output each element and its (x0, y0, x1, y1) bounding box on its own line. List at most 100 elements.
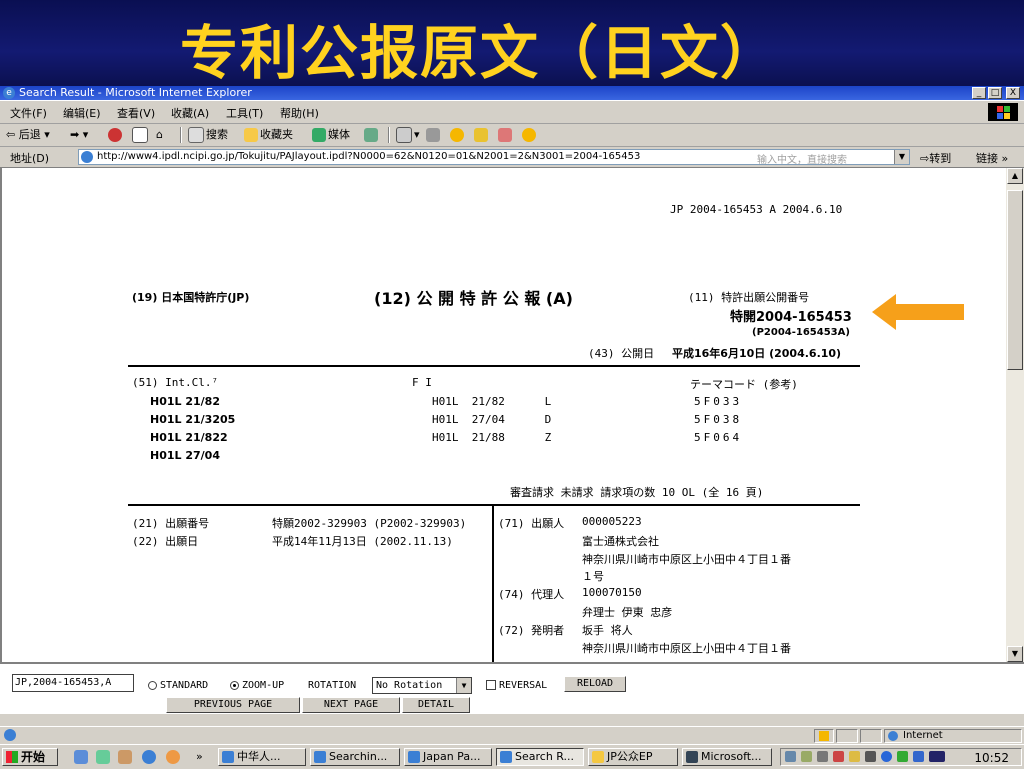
quicklaunch-icon[interactable] (166, 750, 180, 764)
document-viewport[interactable]: JP 2004-165453 A 2004.6.10 (19) 日本国特許庁(J… (0, 168, 1006, 662)
tray-icon[interactable] (913, 751, 924, 762)
applicant-address: 神奈川県川崎市中原区上小田中４丁目１番 (582, 553, 791, 566)
taskbar-item-active[interactable]: Search R... (496, 748, 584, 766)
reversal-checkbox[interactable]: REVERSAL (486, 680, 547, 691)
tray-icon[interactable] (881, 751, 892, 762)
history-icon[interactable] (364, 127, 380, 143)
tray-icon[interactable] (833, 751, 844, 762)
agent-label: (74) 代理人 (498, 588, 565, 601)
maximize-button[interactable]: □ (988, 87, 1002, 99)
windows-logo-icon (988, 103, 1018, 121)
refresh-icon[interactable] (132, 127, 150, 143)
taskbar: 开始 » 中华人... Searchin... Japan Pa... Sear… (0, 744, 1024, 769)
media-icon (312, 128, 326, 142)
tray-icon[interactable] (849, 751, 860, 762)
system-tray: 10:52 (780, 748, 1022, 766)
close-button[interactable]: X (1006, 87, 1020, 99)
taskbar-item-label: Japan Pa... (423, 750, 481, 763)
stop-icon[interactable] (108, 127, 124, 143)
taskbar-item[interactable]: JP公众EP (588, 748, 678, 766)
tray-icon[interactable] (865, 751, 876, 762)
intcl-entry: H01L 21/3205 (150, 413, 236, 426)
minimize-button[interactable]: _ (972, 87, 986, 99)
menu-edit[interactable]: 编辑(E) (63, 105, 101, 121)
start-label: 开始 (21, 750, 46, 764)
forward-button[interactable]: ➡ ▾ (70, 127, 88, 143)
tray-icon[interactable] (897, 751, 908, 762)
document-number-input[interactable]: JP,2004-165453,A (12, 674, 134, 692)
slide-banner: 专利公报原文（日文） (0, 0, 1024, 87)
pub-date-label: (43) 公開日 (588, 347, 655, 360)
taskbar-item[interactable]: Microsoft... (682, 748, 772, 766)
zoom-up-radio[interactable]: ZOOM-UP (230, 680, 284, 691)
messenger-icon[interactable] (450, 127, 466, 143)
vertical-scrollbar[interactable]: ▲ ▼ (1006, 168, 1024, 662)
favorites-icon (244, 128, 258, 142)
quicklaunch-more[interactable]: » (196, 749, 203, 765)
taskbar-item[interactable]: Searchin... (310, 748, 400, 766)
standard-radio-dot (148, 680, 157, 690)
go-button[interactable]: ⇨转到 (920, 150, 951, 166)
scroll-thumb[interactable] (1007, 190, 1023, 370)
menu-bar: 文件(F) 编辑(E) 查看(V) 收藏(A) 工具(T) 帮助(H) (0, 101, 1024, 124)
smiley-icon[interactable] (522, 127, 538, 143)
page-status-icon (4, 729, 16, 741)
previous-page-button[interactable]: PREVIOUS PAGE (166, 697, 300, 713)
research-icon[interactable] (498, 127, 514, 143)
reload-button[interactable]: RELOAD (564, 676, 626, 692)
scroll-up-arrow[interactable]: ▲ (1007, 168, 1023, 184)
search-label: 搜索 (206, 128, 228, 141)
menu-help[interactable]: 帮助(H) (280, 105, 319, 121)
theme-entry: 5F038 (694, 413, 743, 426)
taskbar-item[interactable]: Japan Pa... (404, 748, 492, 766)
mail-icon[interactable]: ▾ (396, 127, 420, 143)
menu-favorites[interactable]: 收藏(A) (171, 105, 209, 121)
page-icon (81, 151, 93, 163)
exam-status: 審査請求 未請求 請求項の数 10 OL (全 16 頁) (510, 486, 764, 499)
home-icon[interactable]: ⌂ (156, 127, 163, 143)
scroll-down-arrow[interactable]: ▼ (1007, 646, 1023, 662)
theme-entry: 5F033 (694, 395, 743, 408)
rotation-select[interactable]: No Rotation ▼ (372, 677, 472, 694)
detail-button[interactable]: DETAIL (402, 697, 470, 713)
standard-radio[interactable]: STANDARD (148, 680, 208, 691)
taskbar-item[interactable]: 中华人... (218, 748, 306, 766)
media-button[interactable]: 媒体 (312, 127, 350, 143)
volume-icon[interactable] (817, 751, 828, 762)
favorites-button[interactable]: 收藏夹 (244, 127, 293, 143)
links-label: 链接 (976, 152, 998, 165)
taskbar-item-label: JP公众EP (607, 750, 653, 763)
address-dropdown-button[interactable]: ▼ (894, 150, 909, 164)
gazette-kind: (12) 公 開 特 許 公 報 (A) (374, 289, 573, 308)
address-label: 地址(D) (10, 152, 50, 165)
reversal-label: REVERSAL (499, 680, 548, 691)
quicklaunch-icon[interactable] (96, 750, 110, 764)
links-button[interactable]: 链接 » (976, 150, 1008, 166)
address-bar: 地址(D) http://www4.ipdl.ncipi.go.jp/Tokuj… (0, 147, 1024, 168)
inventor-address: 神奈川県川崎市中原区上小田中４丁目１番 (582, 642, 791, 655)
network-icon[interactable] (785, 751, 796, 762)
tray-icon[interactable] (801, 751, 812, 762)
menu-file[interactable]: 文件(F) (10, 105, 47, 121)
taskbar-item-label: Microsoft... (701, 750, 762, 763)
window-title: Search Result - Microsoft Internet Explo… (19, 86, 252, 99)
back-button[interactable]: ⇦ 后退 ▾ (6, 127, 50, 143)
discuss-icon[interactable] (474, 127, 490, 143)
next-page-button[interactable]: NEXT PAGE (302, 697, 400, 713)
pub-date: 平成16年6月10日 (2004.6.10) (672, 347, 842, 360)
address-input[interactable]: http://www4.ipdl.ncipi.go.jp/Tokujitu/PA… (78, 149, 910, 166)
start-button[interactable]: 开始 (2, 748, 58, 766)
search-icon (188, 127, 204, 143)
ie-quicklaunch-icon[interactable] (142, 750, 156, 764)
quicklaunch-icon[interactable] (118, 750, 132, 764)
app-date-label: (22) 出願日 (132, 535, 199, 548)
agent-name: 弁理士 伊東 忠彦 (582, 606, 673, 619)
window-title-bar[interactable]: e Search Result - Microsoft Internet Exp… (0, 86, 1024, 100)
menu-view[interactable]: 查看(V) (117, 105, 155, 121)
input-method-icon[interactable] (929, 751, 945, 762)
search-button[interactable]: 搜索 (188, 127, 228, 143)
reversal-check-box (486, 680, 496, 690)
show-desktop-icon[interactable] (74, 750, 88, 764)
menu-tools[interactable]: 工具(T) (226, 105, 263, 121)
print-icon[interactable] (426, 127, 442, 143)
